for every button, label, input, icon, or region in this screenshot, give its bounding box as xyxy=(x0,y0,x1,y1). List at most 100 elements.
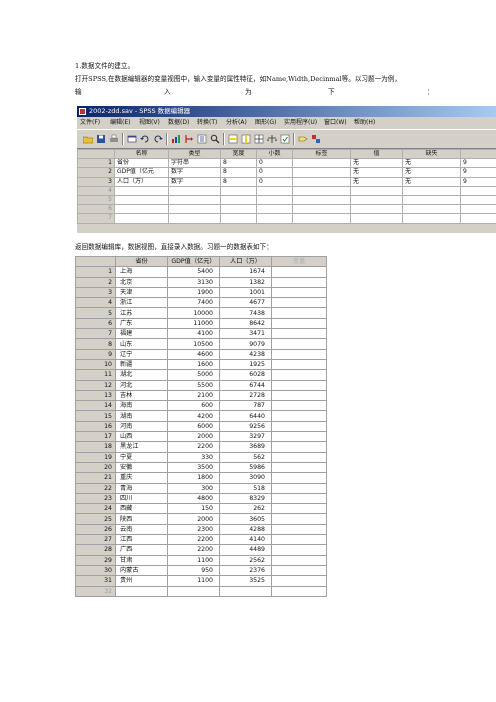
gdp-cell[interactable]: 4800 xyxy=(167,492,220,505)
row-number[interactable]: 5 xyxy=(77,194,115,206)
row-number[interactable]: 1 xyxy=(75,266,116,278)
variable-columns-cell[interactable]: 9 xyxy=(460,158,496,169)
population-cell[interactable]: 6440 xyxy=(219,410,272,422)
population-cell[interactable]: 7438 xyxy=(219,307,272,319)
province-cell[interactable]: 青海 xyxy=(115,482,168,494)
province-cell[interactable]: 辽宁 xyxy=(115,348,168,360)
variable-name-cell[interactable]: 省份 xyxy=(114,158,169,169)
variable-name-cell[interactable] xyxy=(114,213,169,224)
variable-name-cell[interactable] xyxy=(114,204,169,215)
population-cell[interactable]: 6028 xyxy=(219,369,272,381)
population-cell[interactable]: 562 xyxy=(219,451,272,463)
province-cell[interactable]: 内蒙古 xyxy=(115,564,168,577)
row-number[interactable]: 20 xyxy=(75,461,116,474)
row-number[interactable]: 1 xyxy=(77,158,115,169)
gdp-cell[interactable]: 1900 xyxy=(167,286,220,299)
row-number[interactable]: 4 xyxy=(77,185,115,196)
variable-type-cell[interactable] xyxy=(168,185,221,196)
population-cell[interactable]: 8329 xyxy=(219,492,272,505)
variable-decimals-cell[interactable]: 0 xyxy=(256,158,293,169)
variable-width-cell[interactable]: 8 xyxy=(220,176,257,187)
population-cell[interactable]: 3525 xyxy=(219,575,272,587)
row-number[interactable]: 3 xyxy=(77,176,115,187)
split-file-icon[interactable] xyxy=(253,133,264,144)
province-cell[interactable]: 河北 xyxy=(115,379,168,391)
population-cell[interactable]: 1001 xyxy=(219,286,272,299)
empty-var-cell[interactable] xyxy=(271,564,327,577)
variable-decimals-cell[interactable] xyxy=(256,194,293,206)
variable-missing-cell[interactable]: 无 xyxy=(402,176,461,187)
province-cell[interactable]: 北京 xyxy=(115,276,168,288)
population-cell[interactable]: 5986 xyxy=(219,461,272,474)
menu-view[interactable]: 视图(V) xyxy=(139,118,160,128)
empty-var-cell[interactable] xyxy=(271,575,327,587)
row-number[interactable]: 3 xyxy=(75,286,116,299)
population-cell[interactable]: 2728 xyxy=(219,389,272,402)
gdp-cell[interactable]: 1600 xyxy=(167,358,220,371)
empty-var-cell[interactable] xyxy=(271,472,327,484)
province-cell[interactable]: 上海 xyxy=(115,266,168,278)
empty-var-cell[interactable] xyxy=(271,492,327,505)
window-titlebar[interactable]: 2002-zdd.sav - SPSS 数据编辑器 xyxy=(77,106,496,117)
row-number[interactable]: 14 xyxy=(75,400,116,412)
column-header-decimals[interactable]: 小数 xyxy=(256,148,293,160)
undo-icon[interactable] xyxy=(139,133,150,144)
column-header-type[interactable]: 类型 xyxy=(168,148,221,160)
row-number[interactable]: 25 xyxy=(75,513,116,525)
variable-label-cell[interactable] xyxy=(292,213,351,224)
province-cell[interactable]: 贵州 xyxy=(115,575,168,587)
variable-type-cell[interactable]: 字符串 xyxy=(168,158,221,169)
row-number[interactable]: 7 xyxy=(77,213,115,224)
row-number[interactable]: 11 xyxy=(75,369,116,381)
population-cell[interactable]: 9079 xyxy=(219,338,272,350)
empty-var-cell[interactable] xyxy=(271,461,327,474)
row-number[interactable]: 4 xyxy=(75,297,116,309)
population-cell[interactable]: 4238 xyxy=(219,348,272,360)
population-cell[interactable]: 3471 xyxy=(219,328,272,340)
empty-var-cell[interactable] xyxy=(271,297,327,309)
goto-case-icon[interactable] xyxy=(183,133,194,144)
empty-var-cell[interactable] xyxy=(271,317,327,330)
redo-icon[interactable] xyxy=(152,133,163,144)
column-header-province[interactable]: 省份 xyxy=(115,255,168,268)
gdp-cell[interactable]: 950 xyxy=(167,564,220,577)
row-number[interactable]: 8 xyxy=(75,338,116,350)
population-cell[interactable]: 1674 xyxy=(219,266,272,278)
row-number[interactable]: 21 xyxy=(75,472,116,484)
empty-var-cell[interactable] xyxy=(271,276,327,288)
gdp-cell[interactable]: 2200 xyxy=(167,441,220,453)
use-sets-icon[interactable] xyxy=(310,133,321,144)
empty-var-cell[interactable] xyxy=(271,307,327,319)
province-cell[interactable] xyxy=(115,585,168,597)
weight-cases-icon[interactable] xyxy=(266,133,277,144)
province-cell[interactable]: 吉林 xyxy=(115,389,168,402)
empty-var-cell[interactable] xyxy=(271,523,327,536)
menu-help[interactable]: 帮助(H) xyxy=(354,118,375,128)
province-cell[interactable]: 浙江 xyxy=(115,297,168,309)
population-cell[interactable]: 4489 xyxy=(219,544,272,556)
save-disk-icon[interactable] xyxy=(95,133,106,144)
row-number[interactable]: 24 xyxy=(75,503,116,515)
row-number[interactable]: 13 xyxy=(75,389,116,402)
province-cell[interactable]: 陕西 xyxy=(115,513,168,525)
variable-label-cell[interactable] xyxy=(292,204,351,215)
corner-cell[interactable] xyxy=(75,255,116,268)
empty-var-cell[interactable] xyxy=(271,554,327,566)
population-cell[interactable]: 787 xyxy=(219,400,272,412)
province-cell[interactable]: 重庆 xyxy=(115,472,168,484)
population-cell[interactable]: 2376 xyxy=(219,564,272,577)
row-number[interactable]: 12 xyxy=(75,379,116,391)
variable-name-cell[interactable] xyxy=(114,185,169,196)
gdp-cell[interactable]: 2000 xyxy=(167,431,220,443)
variable-width-cell[interactable] xyxy=(220,194,257,206)
variable-label-cell[interactable] xyxy=(292,176,351,187)
province-cell[interactable]: 安徽 xyxy=(115,461,168,474)
empty-var-cell[interactable] xyxy=(271,585,327,597)
menu-edit[interactable]: 编辑(E) xyxy=(110,118,130,128)
variable-values-cell[interactable] xyxy=(350,185,403,196)
empty-var-cell[interactable] xyxy=(271,286,327,299)
menu-transform[interactable]: 转换(T) xyxy=(197,118,217,128)
variable-values-cell[interactable]: 无 xyxy=(350,158,403,169)
variable-missing-cell[interactable]: 无 xyxy=(402,158,461,169)
column-header-var[interactable]: 变量 xyxy=(271,255,327,268)
